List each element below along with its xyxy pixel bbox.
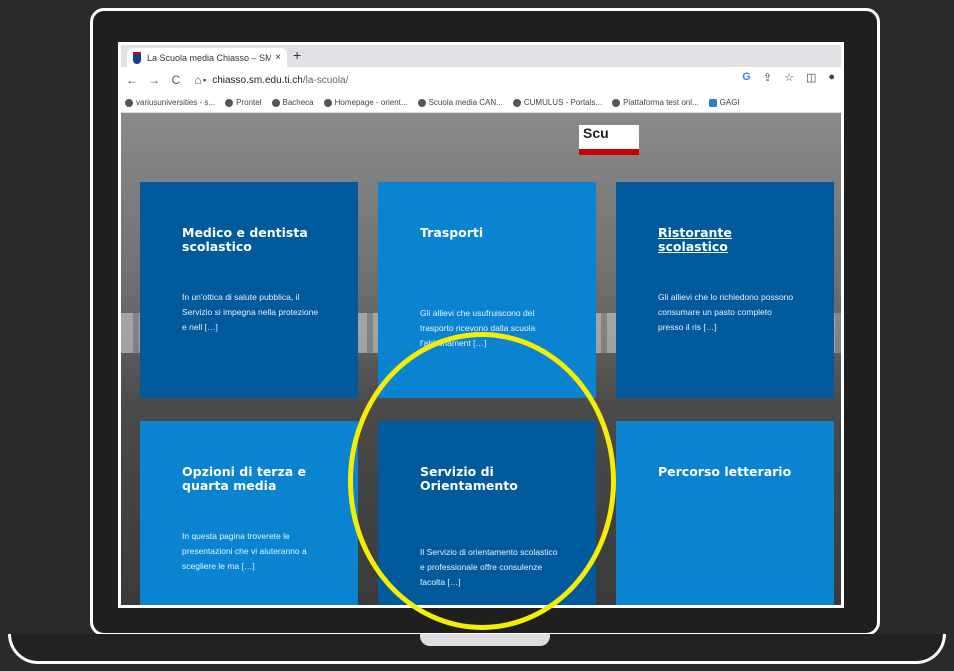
page-content: Scu Medico e dentista scolastico In un'o… bbox=[121, 113, 841, 605]
card-ristorante[interactable]: Ristorante scolastico Gli allievi che lo… bbox=[616, 182, 834, 398]
school-favicon-icon bbox=[133, 51, 141, 64]
bookmark-star-icon[interactable]: ☆ bbox=[784, 71, 794, 84]
new-tab-button[interactable]: + bbox=[293, 47, 301, 63]
card-percorso[interactable]: Percorso letterario bbox=[616, 421, 834, 605]
tab-scuola-media[interactable]: La Scuola media Chiasso – SM C × bbox=[127, 48, 287, 67]
globe-icon bbox=[271, 98, 280, 107]
card-title[interactable]: Servizio di Orientamento bbox=[420, 465, 554, 493]
school-sign: Scu bbox=[579, 125, 639, 155]
profile-icon[interactable]: ● bbox=[828, 71, 835, 84]
card-excerpt: Il Servizio di orientamento scolastico e… bbox=[420, 547, 558, 587]
bookmark-item[interactable]: Prontel bbox=[225, 98, 262, 107]
bookmark-item[interactable]: Bacheca bbox=[271, 98, 314, 107]
globe-icon bbox=[225, 98, 234, 107]
globe-icon bbox=[323, 98, 332, 107]
back-icon[interactable]: ← bbox=[121, 73, 143, 87]
folder-icon bbox=[708, 98, 717, 107]
card-excerpt: Gli allievi che usufruiscono del traspor… bbox=[420, 308, 536, 348]
card-title[interactable]: Opzioni di terza e quarta media bbox=[182, 465, 316, 493]
browser-window: La Scuola media Chiasso – SM C × + ← → C… bbox=[118, 42, 844, 608]
card-title[interactable]: Trasporti bbox=[420, 226, 554, 240]
laptop-notch bbox=[420, 634, 550, 646]
card-title[interactable]: Medico e dentista scolastico bbox=[182, 226, 316, 254]
bookmark-item[interactable]: Homepage - orient... bbox=[323, 98, 408, 107]
globe-icon bbox=[612, 98, 621, 107]
bookmark-item[interactable]: CUMULUS - Portals... bbox=[512, 98, 602, 107]
forward-icon[interactable]: → bbox=[143, 73, 165, 87]
bookmark-item[interactable]: Scuola media CAN... bbox=[417, 98, 503, 107]
card-excerpt: In un'ottica di salute pubblica, il Serv… bbox=[182, 292, 319, 332]
lock-icon[interactable]: ▪ bbox=[203, 75, 206, 85]
toolbar-actions: G ⇪ ☆ ◫ ● bbox=[742, 71, 835, 84]
url-path: /la-scuola/ bbox=[302, 74, 349, 86]
card-opzioni[interactable]: Opzioni di terza e quarta media In quest… bbox=[140, 421, 358, 605]
bookmark-item[interactable]: Piattaforma test onl... bbox=[612, 98, 699, 107]
bookmarks-bar: variusuniversities - s... Prontel Bachec… bbox=[121, 93, 841, 113]
card-title[interactable]: Ristorante scolastico bbox=[658, 226, 792, 254]
card-orientamento[interactable]: Servizio di Orientamento Il Servizio di … bbox=[378, 421, 596, 605]
browser-toolbar: ← → C ⌂ ▪ chiasso.sm.edu.ti.ch /la-scuol… bbox=[121, 67, 841, 93]
url-host: chiasso.sm.edu.ti.ch bbox=[212, 74, 303, 86]
address-bar[interactable]: ▪ chiasso.sm.edu.ti.ch /la-scuola/ bbox=[203, 70, 723, 90]
tab-title: La Scuola media Chiasso – SM C bbox=[147, 52, 272, 63]
google-lens-icon[interactable]: G bbox=[742, 71, 751, 84]
globe-icon bbox=[512, 98, 521, 107]
card-excerpt: Gli allievi che lo richiedono possono co… bbox=[658, 292, 794, 332]
card-excerpt: In questa pagina troverete le presentazi… bbox=[182, 531, 307, 571]
reload-icon[interactable]: C bbox=[165, 73, 187, 87]
globe-icon bbox=[417, 98, 426, 107]
bookmark-item[interactable]: variusuniversities - s... bbox=[125, 98, 215, 107]
card-medico[interactable]: Medico e dentista scolastico In un'ottic… bbox=[140, 182, 358, 398]
side-panel-icon[interactable]: ◫ bbox=[806, 71, 816, 84]
card-title[interactable]: Percorso letterario bbox=[658, 465, 792, 479]
bookmark-item[interactable]: GAGI bbox=[708, 98, 740, 107]
card-trasporti[interactable]: Trasporti Gli allievi che usufruiscono d… bbox=[378, 182, 596, 398]
close-icon[interactable]: × bbox=[275, 52, 281, 63]
globe-icon bbox=[125, 98, 133, 107]
share-icon[interactable]: ⇪ bbox=[763, 71, 772, 84]
tab-bar: La Scuola media Chiasso – SM C × + bbox=[121, 45, 841, 67]
